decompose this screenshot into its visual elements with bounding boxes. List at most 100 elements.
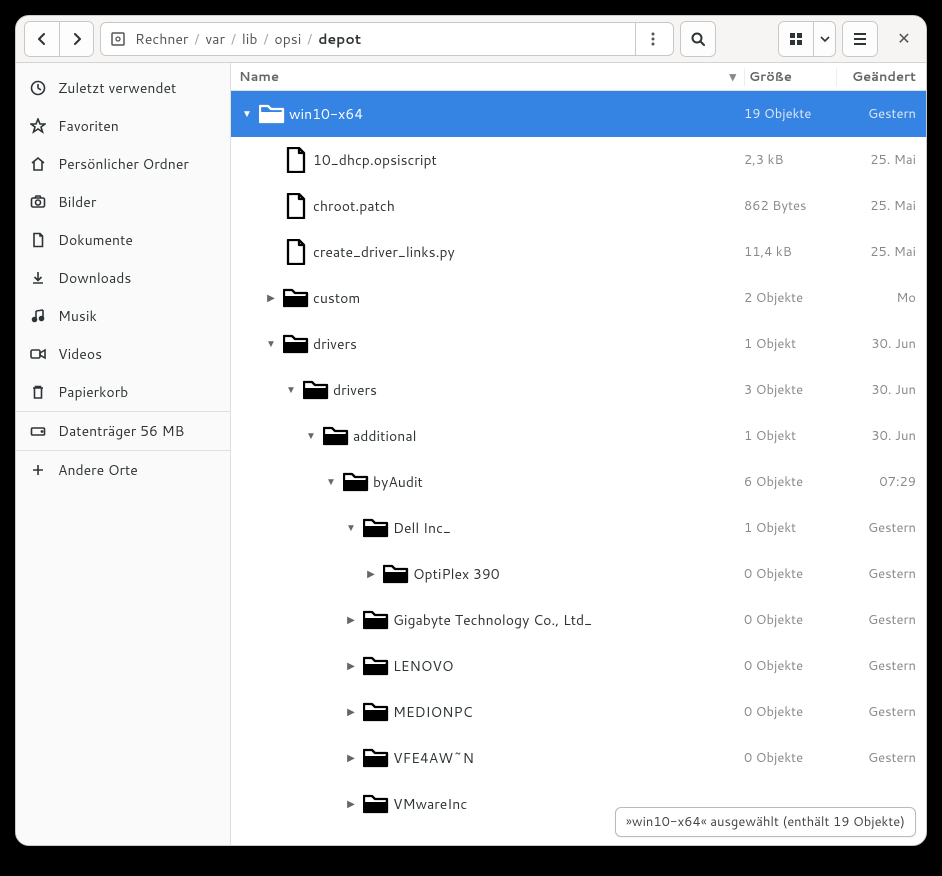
sidebar-item-plus[interactable]: Andere Orte: [16, 451, 230, 489]
folder-row[interactable]: ▼ drivers 1 Objekt 30. Jun: [231, 321, 926, 367]
close-icon: ✕: [897, 31, 910, 48]
breadcrumb-current[interactable]: depot: [312, 29, 367, 49]
expander-icon[interactable]: ▶: [343, 751, 359, 765]
column-modified[interactable]: Geändert: [836, 68, 926, 86]
back-button[interactable]: [25, 22, 59, 56]
folder-row[interactable]: ▼ Dell Inc_ 1 Objekt Gestern: [231, 505, 926, 551]
sidebar-item-download[interactable]: Downloads: [16, 259, 230, 297]
sidebar-item-camera[interactable]: Bilder: [16, 183, 230, 221]
row-name: VFE4AW~N: [393, 748, 744, 768]
folder-icon: [319, 425, 353, 447]
sidebar-item-document[interactable]: Dokumente: [16, 221, 230, 259]
search-button[interactable]: [681, 22, 715, 56]
row-name: Gigabyte Technology Co., Ltd_: [393, 610, 744, 630]
view-dropdown-button[interactable]: [813, 22, 835, 56]
expander-icon[interactable]: ▶: [343, 797, 359, 811]
expander-icon[interactable]: ▼: [323, 475, 339, 489]
forward-button[interactable]: [59, 22, 93, 56]
file-manager-window: Rechner / var / lib / opsi / depot: [15, 15, 927, 846]
sidebar-item-video[interactable]: Videos: [16, 335, 230, 373]
expander-icon[interactable]: ▼: [263, 337, 279, 351]
row-date: Gestern: [836, 703, 926, 721]
download-icon: [30, 270, 46, 286]
row-name: drivers: [313, 334, 744, 354]
folder-row[interactable]: ▶ custom 2 Objekte Mo: [231, 275, 926, 321]
row-size: 2 Objekte: [744, 289, 836, 307]
folder-row[interactable]: ▼ additional 1 Objekt 30. Jun: [231, 413, 926, 459]
plus-icon: [30, 462, 46, 478]
grid-icon: [789, 32, 803, 46]
close-button[interactable]: ✕: [890, 25, 918, 53]
sidebar-item-label: Downloads: [58, 268, 131, 288]
column-name-label: Name: [239, 68, 279, 86]
folder-row[interactable]: ▼ drivers 3 Objekte 30. Jun: [231, 367, 926, 413]
expander-icon[interactable]: ▼: [303, 429, 319, 443]
sidebar-item-music[interactable]: Musik: [16, 297, 230, 335]
folder-row[interactable]: ▶ VFE4AW~N 0 Objekte Gestern: [231, 735, 926, 781]
folder-row[interactable]: ▼ win10-x64 19 Objekte Gestern: [231, 91, 926, 137]
path-menu-button[interactable]: [635, 23, 669, 55]
sidebar-item-home[interactable]: Persönlicher Ordner: [16, 145, 230, 183]
row-size: 6 Objekte: [744, 473, 836, 491]
hamburger-menu-button[interactable]: [843, 22, 877, 56]
row-name: Dell Inc_: [393, 518, 744, 538]
row-name: MEDIONPC: [393, 702, 744, 722]
folder-icon: [255, 103, 289, 125]
row-name: LENOVO: [393, 656, 744, 676]
folder-icon: [359, 793, 393, 815]
file-icon: [279, 147, 313, 173]
file-row[interactable]: create_driver_links.py 11,4 kB 25. Mai: [231, 229, 926, 275]
expander-icon[interactable]: ▼: [239, 107, 255, 121]
folder-row[interactable]: ▶ OptiPlex 390 0 Objekte Gestern: [231, 551, 926, 597]
hamburger-icon: [853, 33, 867, 45]
row-name: drivers: [333, 380, 744, 400]
row-size: 1 Objekt: [744, 427, 836, 445]
row-name: byAudit: [373, 472, 744, 492]
expander-icon[interactable]: ▶: [343, 613, 359, 627]
row-name: additional: [353, 426, 744, 446]
row-size: 11,4 kB: [744, 243, 836, 261]
column-name[interactable]: Name ▾: [231, 68, 744, 86]
row-date: 30. Jun: [836, 427, 926, 445]
trash-icon: [30, 384, 46, 400]
sidebar-item-label: Persönlicher Ordner: [58, 154, 189, 174]
breadcrumb-seg-1[interactable]: lib: [236, 29, 264, 49]
column-header: Name ▾ Größe Geändert: [231, 63, 926, 91]
row-name: chroot.patch: [313, 196, 744, 216]
clock-icon: [30, 80, 46, 96]
sort-descending-icon: ▾: [729, 68, 736, 86]
row-size: 0 Objekte: [744, 703, 836, 721]
expander-icon[interactable]: ▶: [363, 567, 379, 581]
expander-icon[interactable]: ▶: [263, 291, 279, 305]
column-modified-label: Geändert: [852, 68, 916, 86]
sidebar-item-star[interactable]: Favoriten: [16, 107, 230, 145]
folder-icon: [299, 379, 333, 401]
file-list[interactable]: ▼ win10-x64 19 Objekte Gestern 10_dhcp.o…: [231, 91, 926, 845]
chevron-right-icon: [71, 33, 83, 45]
expander-icon[interactable]: ▶: [343, 705, 359, 719]
folder-row[interactable]: ▶ Gigabyte Technology Co., Ltd_ 0 Objekt…: [231, 597, 926, 643]
search-icon: [691, 32, 705, 46]
folder-row[interactable]: ▶ MEDIONPC 0 Objekte Gestern: [231, 689, 926, 735]
chevron-down-icon: [820, 36, 830, 42]
disk-icon: [111, 32, 125, 46]
file-row[interactable]: 10_dhcp.opsiscript 2,3 kB 25. Mai: [231, 137, 926, 183]
row-size: 0 Objekte: [744, 657, 836, 675]
sidebar-item-clock[interactable]: Zuletzt verwendet: [16, 69, 230, 107]
breadcrumb-seg-2[interactable]: opsi: [268, 29, 307, 49]
breadcrumb[interactable]: Rechner / var / lib / opsi / depot: [100, 22, 674, 56]
sidebar-item-drive[interactable]: Datenträger 56 MB: [16, 411, 230, 451]
icon-view-button[interactable]: [779, 22, 813, 56]
breadcrumb-root[interactable]: Rechner: [129, 29, 194, 49]
sidebar-item-trash[interactable]: Papierkorb: [16, 373, 230, 411]
column-size[interactable]: Größe: [744, 68, 836, 86]
breadcrumb-seg-0[interactable]: var: [199, 29, 231, 49]
folder-row[interactable]: ▼ byAudit 6 Objekte 07:29: [231, 459, 926, 505]
folder-row[interactable]: ▶ LENOVO 0 Objekte Gestern: [231, 643, 926, 689]
file-row[interactable]: chroot.patch 862 Bytes 25. Mai: [231, 183, 926, 229]
expander-icon[interactable]: ▼: [343, 521, 359, 535]
row-date: Mo: [836, 289, 926, 307]
expander-icon[interactable]: ▼: [283, 383, 299, 397]
expander-icon[interactable]: ▶: [343, 659, 359, 673]
main-panel: Name ▾ Größe Geändert ▼ win10-x64 19 Obj…: [231, 63, 926, 845]
